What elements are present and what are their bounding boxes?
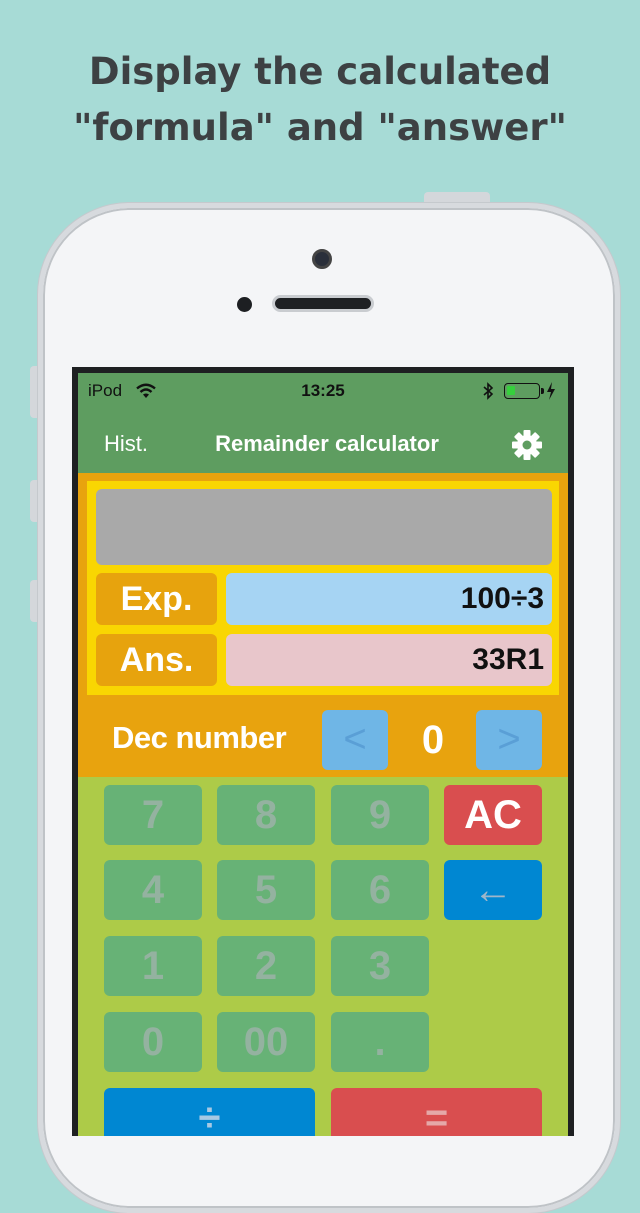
key-7[interactable]: 7 xyxy=(104,785,202,845)
key-00[interactable]: 00 xyxy=(217,1012,315,1072)
key-5[interactable]: 5 xyxy=(217,860,315,920)
nav-title: Remainder calculator xyxy=(215,431,439,456)
decimal-places-bar: Dec number < 0 > xyxy=(78,702,568,777)
headline-line-2: "formula" and "answer" xyxy=(73,106,567,149)
keypad: 7 8 9 AC 4 5 6 ← 1 2 3 0 00 . ÷ = xyxy=(78,777,568,1136)
key-8[interactable]: 8 xyxy=(217,785,315,845)
divide-button[interactable]: ÷ xyxy=(104,1088,315,1136)
answer-label: Ans. xyxy=(96,634,217,686)
headline-line-1: Display the calculated xyxy=(88,50,552,93)
decimal-places-value: 0 xyxy=(421,718,445,762)
formula-display xyxy=(96,489,552,565)
battery-tip xyxy=(541,388,544,394)
bluetooth-icon xyxy=(483,382,494,400)
key-6[interactable]: 6 xyxy=(331,860,429,920)
display-area: Exp. 100÷3 Ans. 33R1 xyxy=(78,473,568,702)
status-time: 13:25 xyxy=(301,381,345,400)
battery-fill xyxy=(507,386,515,395)
key-9[interactable]: 9 xyxy=(331,785,429,845)
headline: Display the calculated "formula" and "an… xyxy=(0,44,640,156)
answer-value: 33R1 xyxy=(226,634,552,686)
status-bar: iPod 13:25 xyxy=(78,373,568,413)
all-clear-button[interactable]: AC xyxy=(444,785,542,845)
equals-button[interactable]: = xyxy=(331,1088,542,1136)
key-3[interactable]: 3 xyxy=(331,936,429,996)
expression-label: Exp. xyxy=(96,573,217,625)
front-camera xyxy=(312,249,332,269)
decimal-places-label: Dec number xyxy=(112,720,287,755)
decimal-point-key[interactable]: . xyxy=(331,1012,429,1072)
display-frame: Exp. 100÷3 Ans. 33R1 xyxy=(87,481,559,695)
battery-icon xyxy=(504,383,544,399)
key-4[interactable]: 4 xyxy=(104,860,202,920)
expression-value: 100÷3 xyxy=(226,573,552,625)
key-0[interactable]: 0 xyxy=(104,1012,202,1072)
charging-bolt-icon xyxy=(547,382,555,400)
increase-decimal-button[interactable]: > xyxy=(476,710,542,770)
key-1[interactable]: 1 xyxy=(104,936,202,996)
phone-screen: iPod 13:25 Hist. Remainder calculator Ex… xyxy=(72,367,574,1136)
decrease-decimal-button[interactable]: < xyxy=(322,710,388,770)
proximity-sensor xyxy=(237,297,252,312)
key-2[interactable]: 2 xyxy=(217,936,315,996)
earpiece-speaker xyxy=(272,295,374,312)
gear-icon[interactable] xyxy=(510,428,544,462)
backspace-button[interactable]: ← xyxy=(444,860,542,920)
navigation-bar: Hist. Remainder calculator xyxy=(78,413,568,473)
